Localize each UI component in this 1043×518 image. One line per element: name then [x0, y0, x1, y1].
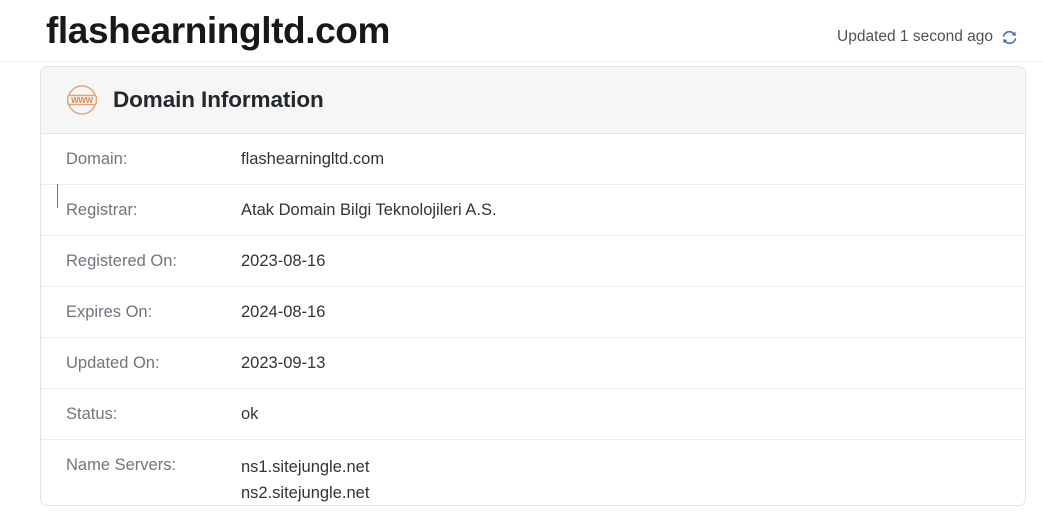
row-value-cell: flashearningltd.com	[241, 134, 1025, 185]
row-label-cell: Expires On:	[41, 286, 241, 338]
row-value: 2024-08-16	[241, 303, 326, 321]
card-header: WWW Domain Information	[41, 67, 1025, 134]
row-value-cell: ns1.sitejungle.net ns2.sitejungle.net	[241, 439, 1025, 505]
page-title: flashearningltd.com	[46, 10, 390, 51]
row-value-cell: 2023-09-13	[241, 337, 1025, 389]
row-value-cell: Atak Domain Bilgi Teknolojileri A.S.	[241, 184, 1025, 236]
updated-status: Updated 1 second ago	[837, 27, 1019, 47]
domain-information-table: Domain: flashearningltd.com Registrar: A…	[41, 134, 1025, 505]
svg-text:WWW: WWW	[71, 96, 94, 105]
row-label: Registrar:	[66, 201, 138, 219]
table-row: Registered On: 2023-08-16	[41, 235, 1025, 287]
row-label: Registered On:	[66, 252, 177, 270]
text-caret	[57, 184, 58, 208]
table-row: Name Servers: ns1.sitejungle.net ns2.sit…	[41, 439, 1025, 505]
row-value: Atak Domain Bilgi Teknolojileri A.S.	[241, 201, 497, 219]
row-label-cell: Registered On:	[41, 235, 241, 287]
row-label: Domain:	[66, 150, 128, 168]
row-label: Name Servers:	[66, 456, 177, 474]
row-label-cell: Status:	[41, 388, 241, 440]
row-value-cell: 2024-08-16	[241, 286, 1025, 338]
row-value-cell: ok	[241, 388, 1025, 440]
row-value: flashearningltd.com	[241, 150, 385, 168]
row-value-cell: 2023-08-16	[241, 235, 1025, 287]
updated-text: Updated 1 second ago	[837, 28, 993, 45]
table-row: Updated On: 2023-09-13	[41, 337, 1025, 389]
list-item: ns2.sitejungle.net	[241, 484, 370, 502]
row-value: 2023-09-13	[241, 354, 326, 372]
page-header: flashearningltd.com Updated 1 second ago	[0, 0, 1043, 62]
table-row: Expires On: 2024-08-16	[41, 286, 1025, 338]
row-value: 2023-08-16	[241, 252, 326, 270]
table-row: Status: ok	[41, 388, 1025, 440]
www-globe-icon: WWW	[67, 85, 97, 115]
row-label: Expires On:	[66, 303, 153, 321]
status-badge: ok	[241, 405, 259, 423]
name-servers-list: ns1.sitejungle.net ns2.sitejungle.net	[241, 440, 999, 505]
domain-information-card: WWW Domain Information Domain: flashearn…	[40, 66, 1026, 506]
refresh-icon[interactable]	[1000, 28, 1019, 47]
row-label: Status:	[66, 405, 118, 423]
row-label-cell: Registrar:	[41, 184, 241, 236]
row-label-cell: Updated On:	[41, 337, 241, 389]
row-label-wrapper: Registrar:	[57, 184, 241, 235]
card-header-title: Domain Information	[113, 87, 324, 112]
table-row: Domain: flashearningltd.com	[41, 134, 1025, 185]
row-label-cell: Name Servers:	[41, 439, 241, 505]
list-item: ns1.sitejungle.net	[241, 458, 370, 476]
row-label: Updated On:	[66, 354, 160, 372]
row-label-cell: Domain:	[41, 134, 241, 185]
table-row: Registrar: Atak Domain Bilgi Teknolojile…	[41, 184, 1025, 236]
